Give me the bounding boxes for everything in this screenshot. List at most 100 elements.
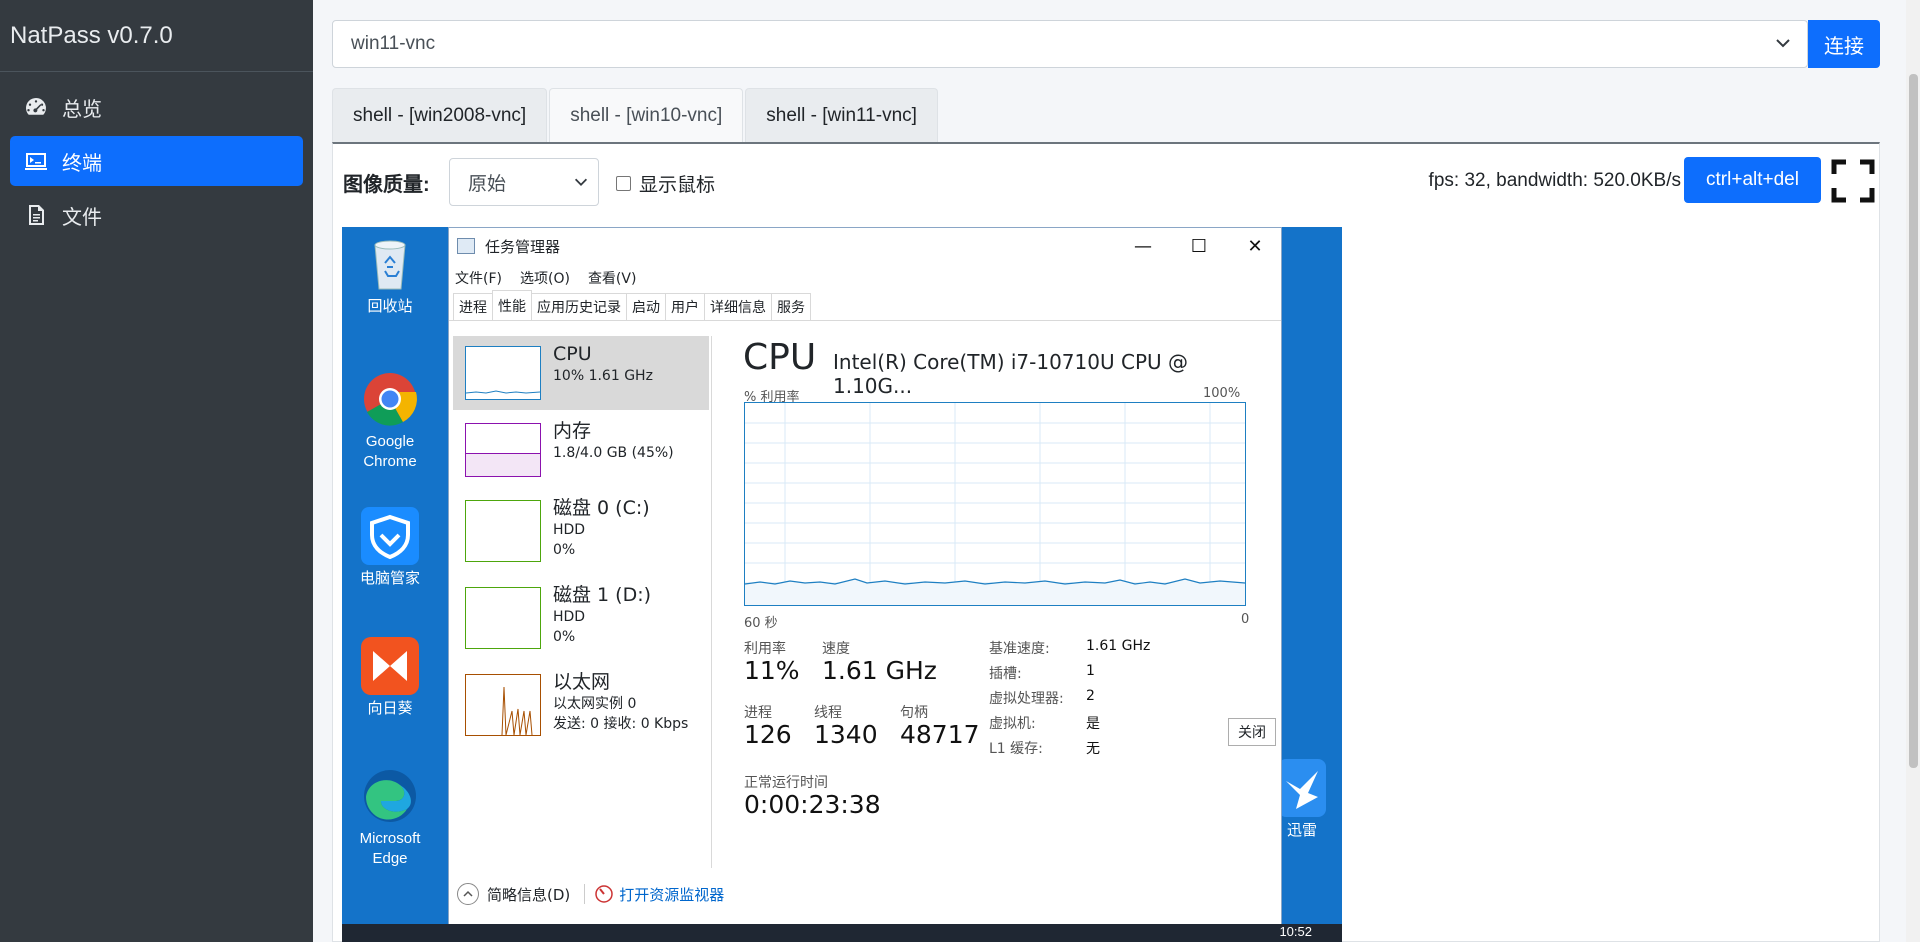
resource-disk1[interactable]: 磁盘 1 (D:) HDD 0% <box>453 577 709 661</box>
show-mouse-label: 显示鼠标 <box>639 175 716 196</box>
brief-info-link[interactable]: 简略信息(D) <box>487 884 570 905</box>
sidebar-item-label: 终端 <box>62 152 102 175</box>
disk0-mini-graph <box>465 500 541 562</box>
resource-ethernet[interactable]: 以太网 以太网实例 0 发送: 0 接收: 0 Kbps <box>453 664 709 748</box>
ethernet-mini-graph <box>465 674 541 736</box>
resource-name: 内存 <box>553 420 592 442</box>
minimize-icon[interactable]: — <box>1115 228 1171 265</box>
cpu-mini-graph <box>465 346 541 400</box>
memory-mini-graph <box>465 423 541 477</box>
resource-monitor-icon <box>595 885 614 903</box>
resource-disk0[interactable]: 磁盘 0 (C:) HDD 0% <box>453 490 709 574</box>
edge-icon <box>361 767 419 825</box>
close-button[interactable]: 关闭 <box>1228 718 1276 746</box>
connect-button[interactable]: 连接 <box>1808 20 1880 68</box>
remote-screen[interactable]: 回收站 Google Chrome 电脑管家 向日葵 Microsoft Edg… <box>342 227 1342 942</box>
tm-tab-app-history[interactable]: 应用历史记录 <box>531 293 627 320</box>
desktop-icon-pc-manager[interactable]: 电脑管家 <box>342 507 438 589</box>
stat-label: 利用率 <box>744 641 786 657</box>
tab-win11[interactable]: shell - [win11-vnc] <box>745 88 938 142</box>
page-scrollbar[interactable] <box>1906 0 1920 942</box>
cpu-usage-graph <box>744 402 1246 606</box>
stream-stats: fps: 32, bandwidth: 520.0KB/s <box>1428 170 1681 191</box>
host-select[interactable]: win11-vnc <box>332 20 1808 68</box>
desktop-icon-label: 电脑管家 <box>359 570 420 587</box>
ctrl-alt-del-button[interactable]: ctrl+alt+del <box>1684 157 1821 203</box>
task-manager-footer: 简略信息(D) 打开资源监视器 <box>457 883 724 905</box>
session-tabs: shell - [win2008-vnc] shell - [win10-vnc… <box>332 88 940 142</box>
detail-key: 插槽: <box>989 666 1022 682</box>
desktop-icon-label: 迅雷 <box>1286 822 1317 839</box>
tm-tab-details[interactable]: 详细信息 <box>704 293 772 320</box>
sidebar: NatPass v0.7.0 总览 终端 文件 <box>0 0 313 942</box>
tab-win2008[interactable]: shell - [win2008-vnc] <box>332 88 548 142</box>
terminal-icon <box>10 149 62 173</box>
sidebar-item-label: 总览 <box>62 98 102 121</box>
graph-zero-label: 0 <box>1241 612 1250 627</box>
resource-cpu[interactable]: CPU 10% 1.61 GHz <box>453 336 709 410</box>
menu-file[interactable]: 文件(F) <box>455 268 502 288</box>
task-manager-title: 任务管理器 <box>485 238 561 256</box>
open-resource-monitor-link[interactable]: 打开资源监视器 <box>619 884 724 905</box>
menu-options[interactable]: 选项(O) <box>520 268 570 288</box>
resource-detail: 发送: 0 接收: 0 Kbps <box>553 716 689 732</box>
sidebar-item-overview[interactable]: 总览 <box>10 82 303 132</box>
tm-tab-processes[interactable]: 进程 <box>453 293 493 320</box>
uptime-label: 正常运行时间 <box>744 775 828 791</box>
brand-title: NatPass v0.7.0 <box>0 0 313 72</box>
performance-resource-list: CPU 10% 1.61 GHz 内存 1.8/4.0 GB (45%) 磁盘 … <box>453 336 709 751</box>
resource-detail: 1.8/4.0 GB (45%) <box>553 445 674 461</box>
desktop-icon-label: 回收站 <box>367 298 413 315</box>
tab-win10[interactable]: shell - [win10-vnc] <box>549 88 744 142</box>
resource-name: CPU <box>553 343 592 365</box>
quality-select[interactable]: 原始 <box>449 158 599 206</box>
stat-value: 1.61 GHz <box>822 656 937 685</box>
sidebar-item-terminal[interactable]: 终端 <box>10 136 303 186</box>
resource-memory[interactable]: 内存 1.8/4.0 GB (45%) <box>453 413 709 487</box>
graph-max-label: 100% <box>1203 386 1241 401</box>
task-manager-titlebar[interactable]: 任务管理器 — ☐ ✕ <box>449 228 1281 265</box>
pc-manager-icon <box>361 507 419 565</box>
desktop-icon-recycle-bin[interactable]: 回收站 <box>342 235 438 317</box>
tm-tab-services[interactable]: 服务 <box>771 293 811 320</box>
detail-value: 2 <box>1086 688 1095 704</box>
chrome-icon <box>361 370 419 428</box>
tm-tab-performance[interactable]: 性能 <box>492 290 532 320</box>
quality-select-value: 原始 <box>468 173 507 195</box>
stat-label: 线程 <box>814 705 842 721</box>
close-icon[interactable]: ✕ <box>1227 228 1283 265</box>
panel-divider <box>711 336 712 868</box>
dashboard-icon <box>10 95 62 119</box>
cpu-model: Intel(R) Core(TM) i7-10710U CPU @ 1.10G.… <box>833 350 1188 398</box>
task-manager-window[interactable]: 任务管理器 — ☐ ✕ 文件(F) 选项(O) 查看(V) 进程 性能 应用历史… <box>448 227 1282 927</box>
sidebar-item-files[interactable]: 文件 <box>10 190 303 240</box>
tm-tab-startup[interactable]: 启动 <box>626 293 666 320</box>
resource-detail: HDD <box>553 609 586 625</box>
taskbar-clock: 10:52 <box>1279 924 1312 939</box>
chevron-down-icon <box>574 178 588 186</box>
desktop-icon-chrome[interactable]: Google Chrome <box>342 370 438 472</box>
stat-value: 1340 <box>814 720 878 749</box>
stat-value: 11% <box>744 656 800 685</box>
fullscreen-icon[interactable] <box>1831 159 1875 203</box>
detail-key: 基准速度: <box>989 641 1050 657</box>
desktop-icon-sunflower[interactable]: 向日葵 <box>342 637 438 719</box>
host-select-value: win11-vnc <box>351 33 436 54</box>
tm-tab-users[interactable]: 用户 <box>665 293 705 320</box>
detail-value: 1.61 GHz <box>1086 638 1151 654</box>
resource-name: 磁盘 1 (D:) <box>553 584 652 606</box>
remote-taskbar[interactable]: 10:52 <box>342 924 1342 942</box>
chevron-up-icon[interactable] <box>457 883 479 905</box>
detail-key: 虚拟机: <box>989 716 1036 732</box>
sunflower-icon <box>361 637 419 695</box>
disk1-mini-graph <box>465 587 541 649</box>
show-mouse-toggle[interactable]: 显示鼠标 <box>616 170 715 197</box>
stat-label: 进程 <box>744 705 772 721</box>
stat-value: 126 <box>744 720 792 749</box>
menu-view[interactable]: 查看(V) <box>588 268 637 288</box>
scrollbar-thumb[interactable] <box>1909 74 1918 768</box>
show-mouse-checkbox[interactable] <box>616 176 631 191</box>
maximize-icon[interactable]: ☐ <box>1171 228 1227 265</box>
resource-name: 磁盘 0 (C:) <box>553 497 650 519</box>
desktop-icon-edge[interactable]: Microsoft Edge <box>342 767 438 869</box>
